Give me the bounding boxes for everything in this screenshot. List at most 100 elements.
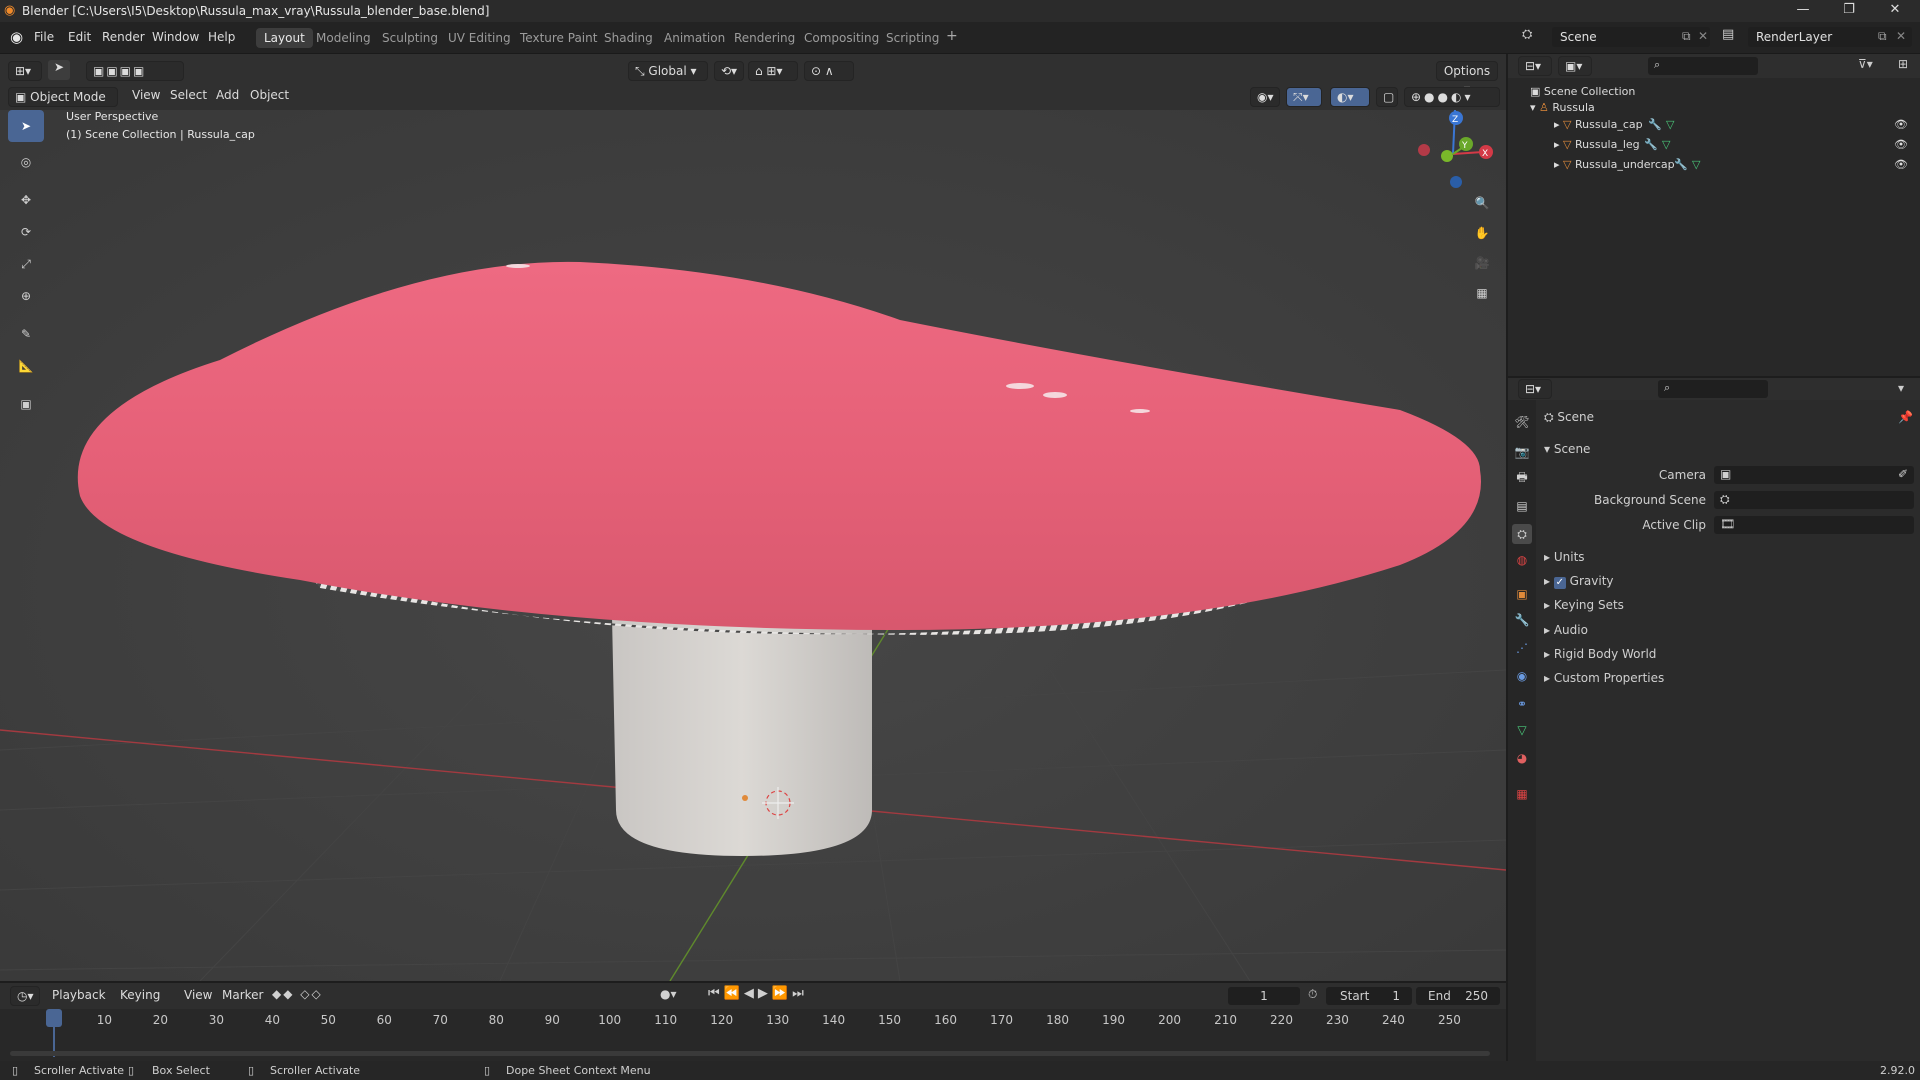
eye-icon[interactable]: 👁 (1894, 158, 1908, 171)
modifier-tab-icon[interactable]: 🔧 (1512, 610, 1532, 630)
gizmo-toggle-icon[interactable]: ⤧▾ (1286, 87, 1322, 107)
scene-tab-icon[interactable]: ⛭ (1512, 524, 1532, 544)
overlay-toggle-icon[interactable]: ◐▾ (1330, 87, 1370, 107)
audio-section[interactable]: ▸ Audio (1544, 623, 1588, 637)
transform-orientation[interactable]: ⤡ Global ▾ (628, 61, 708, 81)
tool-tab-icon[interactable]: 🛠 (1512, 412, 1532, 432)
duplicate-layer-icon[interactable]: ⧉ (1878, 29, 1887, 44)
pan-hand-icon[interactable]: ✋ (1468, 226, 1496, 256)
mushroom-stem[interactable] (612, 616, 872, 856)
blender-menu-icon[interactable]: ◉ (10, 28, 23, 46)
restore-icon[interactable]: ❐ (1826, 0, 1872, 22)
properties-options-icon[interactable]: ▾ (1898, 381, 1904, 395)
outliner-search-input[interactable]: ⌕ (1648, 57, 1758, 75)
snap-icon[interactable]: ⌂ ⊞▾ (748, 61, 798, 81)
options-dropdown[interactable]: Options ▾ (1436, 61, 1498, 96)
add-workspace-icon[interactable]: + (946, 28, 958, 44)
render-tab-icon[interactable]: 📷 (1512, 442, 1532, 462)
viewport-menu-view[interactable]: View (132, 88, 160, 102)
select-tool-icon[interactable]: ➤ (48, 60, 70, 80)
tab-sculpting[interactable]: Sculpting (374, 28, 446, 48)
view-layer-tab-icon[interactable]: ▤ (1512, 496, 1532, 516)
object-tab-icon[interactable]: ▣ (1512, 584, 1532, 604)
render-layer-selector[interactable]: RenderLayer ⧉ ✕ (1748, 27, 1912, 47)
scale-tool[interactable]: ⤢ (8, 248, 44, 280)
visibility-icon[interactable]: ◉▾ (1250, 87, 1280, 107)
menu-help[interactable]: Help (208, 30, 235, 44)
custom-properties-section[interactable]: ▸ Custom Properties (1544, 671, 1664, 685)
xray-icon[interactable]: ▢ (1376, 87, 1398, 107)
viewport-menu-add[interactable]: Add (216, 88, 239, 102)
eye-icon[interactable]: 👁 (1894, 138, 1908, 151)
material-tab-icon[interactable]: ◕ (1512, 748, 1532, 768)
display-mode-icon[interactable]: ▣▾ (1558, 56, 1592, 76)
timeline-scrollbar[interactable] (10, 1051, 1490, 1056)
menu-file[interactable]: File (34, 30, 54, 44)
tab-texture-paint[interactable]: Texture Paint (512, 28, 605, 48)
keying-sets-section[interactable]: ▸ Keying Sets (1544, 598, 1624, 612)
move-tool[interactable]: ✥ (8, 184, 44, 216)
duplicate-scene-icon[interactable]: ⧉ (1682, 29, 1691, 44)
units-section[interactable]: ▸ Units (1544, 550, 1585, 564)
data-tab-icon[interactable]: ▽ (1512, 720, 1532, 740)
add-cube-tool[interactable]: ▣ (8, 388, 44, 420)
eye-icon[interactable]: 👁 (1894, 118, 1908, 131)
outliner-editor-icon[interactable]: ⊟▾ (1518, 56, 1552, 76)
ortho-grid-icon[interactable]: ▦ (1468, 286, 1496, 316)
camera-view-icon[interactable]: 🎥 (1468, 256, 1496, 286)
scene-collection-row[interactable]: ▣ Scene Collection (1530, 85, 1635, 98)
tab-uv-editing[interactable]: UV Editing (440, 28, 519, 48)
tab-layout[interactable]: Layout (256, 28, 313, 48)
tab-modeling[interactable]: Modeling (308, 28, 379, 48)
minimize-icon[interactable]: — (1780, 0, 1826, 22)
transform-tool[interactable]: ⊕ (8, 280, 44, 312)
new-collection-icon[interactable]: ⊞ (1898, 57, 1908, 71)
tab-shading[interactable]: Shading (596, 28, 661, 48)
editor-type-icon[interactable]: ⊞▾ (8, 61, 42, 81)
background-scene-field[interactable]: ⛭ (1714, 491, 1914, 509)
properties-search-input[interactable]: ⌕ (1658, 380, 1768, 398)
proportional-edit-icon[interactable]: ⊙ ∧ (804, 61, 854, 81)
eyedropper-icon[interactable]: ✐ (1898, 467, 1908, 481)
menu-window[interactable]: Window (152, 30, 199, 44)
close-icon[interactable]: ✕ (1872, 0, 1918, 22)
gravity-checkbox[interactable]: ✓ (1553, 577, 1566, 589)
tab-animation[interactable]: Animation (656, 28, 733, 48)
camera-field[interactable]: ▣ ✐ (1714, 466, 1914, 484)
particles-tab-icon[interactable]: ⋰ (1512, 638, 1532, 658)
frame-ruler[interactable]: 1102030405060708090100110120130140150160… (0, 983, 1506, 1061)
viewport-menu-select[interactable]: Select (170, 88, 207, 102)
shading-mode-icons[interactable]: ⊕●●◐▾ (1404, 87, 1500, 107)
viewport-menu-object[interactable]: Object (250, 88, 289, 102)
cursor-tool[interactable]: ◎ (8, 146, 44, 178)
output-tab-icon[interactable]: 🖶 (1512, 468, 1532, 488)
gravity-section[interactable]: ▸ ✓ Gravity (1544, 574, 1614, 589)
pivot-icon[interactable]: ⟲▾ (714, 61, 744, 81)
properties-editor-icon[interactable]: ⊟▾ (1518, 379, 1552, 399)
3d-viewport[interactable]: Z X Y User Perspective (1) Scene Collect… (0, 110, 1506, 981)
remove-layer-icon[interactable]: ✕ (1896, 29, 1906, 43)
collection-row[interactable]: ▾ ♙ Russula (1530, 101, 1595, 114)
rotate-tool[interactable]: ⟳ (8, 216, 44, 248)
outliner-row-leg[interactable]: ▸ ▽ Russula_leg 🔧 ▽ 👁 (1554, 138, 1914, 151)
menu-render[interactable]: Render (102, 30, 145, 44)
filter-icon[interactable]: ⊽▾ (1858, 57, 1873, 71)
scene-icon[interactable]: ⛭ (1522, 27, 1546, 47)
object-mode-dropdown[interactable]: ▣ Object Mode ▾ (8, 87, 118, 122)
menu-edit[interactable]: Edit (68, 30, 91, 44)
physics-tab-icon[interactable]: ◉ (1512, 666, 1532, 686)
scene-panel-header[interactable]: ▾ Scene (1544, 442, 1590, 456)
playhead-marker[interactable] (46, 1009, 62, 1027)
tab-compositing[interactable]: Compositing (796, 28, 887, 48)
remove-scene-icon[interactable]: ✕ (1698, 29, 1708, 43)
world-tab-icon[interactable]: ◍ (1512, 550, 1532, 570)
measure-tool[interactable]: 📐 (8, 350, 44, 382)
scene-selector[interactable]: Scene ⧉ ✕ (1552, 27, 1710, 47)
render-layer-icon[interactable]: ▤ (1722, 27, 1734, 42)
tab-rendering[interactable]: Rendering (726, 28, 803, 48)
select-box-tool[interactable]: ➤ (8, 110, 44, 142)
rigid-body-world-section[interactable]: ▸ Rigid Body World (1544, 647, 1656, 661)
texture-tab-icon[interactable]: ▦ (1512, 784, 1532, 804)
active-clip-field[interactable]: 🎞 (1714, 516, 1914, 534)
outliner-row-cap[interactable]: ▸ ▽ Russula_cap 🔧 ▽ 👁 (1554, 118, 1914, 131)
